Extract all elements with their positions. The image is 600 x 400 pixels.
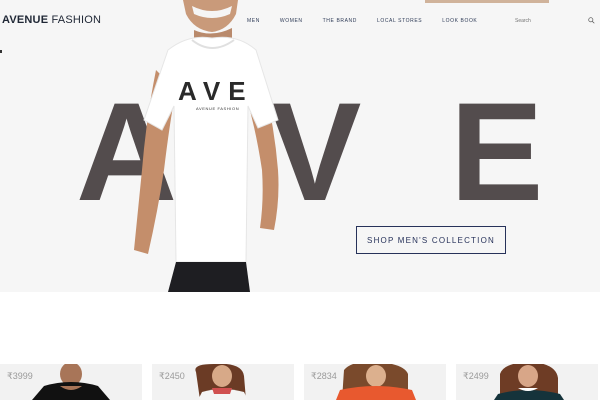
product-price: ₹3999 (7, 371, 33, 381)
product-card[interactable]: ₹2834 (304, 364, 446, 400)
search-input[interactable] (515, 16, 585, 26)
brand-logo[interactable]: AVENUE FASHION (2, 14, 101, 26)
product-image (494, 364, 564, 400)
tshirt-print-logo: AVE (178, 76, 254, 106)
brand-logo-light: FASHION (48, 14, 102, 26)
brand-logo-strong: AVENUE (2, 14, 49, 26)
search-icon[interactable] (588, 17, 595, 24)
product-image (32, 364, 110, 400)
search-box (515, 16, 597, 26)
nav-item-local-stores[interactable]: LOCAL STORES (377, 18, 422, 24)
product-price: ₹2450 (159, 371, 185, 381)
product-card[interactable]: ₹3999 (0, 364, 142, 400)
hero-banner: AVENUE FASHION MEN WOMEN THE BRAND LOCAL… (0, 0, 600, 292)
tshirt-print: AVE AVENUE FASHION (178, 76, 254, 118)
product-price: ₹2834 (311, 371, 337, 381)
top-image-strip (425, 0, 549, 3)
product-card[interactable]: ₹2499 (456, 364, 598, 400)
carousel-prev-indicator[interactable] (0, 50, 2, 53)
hero-letter-e: E (450, 73, 544, 230)
hero-model-image (134, 0, 279, 292)
product-card[interactable]: ₹2450 (152, 364, 294, 400)
product-image (195, 364, 248, 400)
nav-item-look-book[interactable]: LOOK BOOK (442, 18, 477, 24)
shop-mens-collection-button[interactable]: SHOP MEN'S COLLECTION (356, 226, 506, 254)
product-price: ₹2499 (463, 371, 489, 381)
product-grid: ₹3999 ₹2450 ₹2834 ₹2499 (0, 364, 600, 400)
product-image (336, 364, 416, 400)
tshirt-print-subtext: AVENUE FASHION (196, 106, 240, 111)
nav-item-the-brand[interactable]: THE BRAND (323, 18, 357, 24)
